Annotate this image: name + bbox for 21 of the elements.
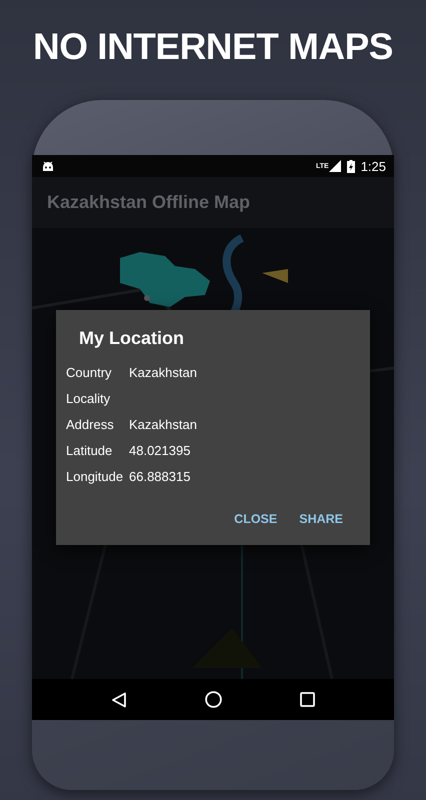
dialog-button[interactable]: CLOSE xyxy=(229,508,282,530)
recents-button[interactable] xyxy=(297,690,317,710)
field-label: Longitude xyxy=(66,468,124,486)
clock: 1:25 xyxy=(360,158,386,174)
field-value: Kazakhstan xyxy=(129,416,198,434)
dialog-title: My Location xyxy=(79,328,186,350)
field-label: Locality xyxy=(66,390,112,408)
field-value: 48.021395 xyxy=(129,442,192,460)
field-label: Latitude xyxy=(66,442,114,460)
signal-icon xyxy=(328,160,341,172)
headline: NO INTERNET MAPS xyxy=(33,25,393,69)
app-title: Kazakhstan Offline Map xyxy=(47,192,250,213)
field-value: 66.888315 xyxy=(129,468,192,486)
android-icon xyxy=(42,160,54,172)
field-label: Country xyxy=(66,364,113,382)
home-button[interactable] xyxy=(203,690,223,710)
field-label: Address xyxy=(66,416,115,434)
field-value: Kazakhstan xyxy=(129,364,198,382)
dialog-button[interactable]: SHARE xyxy=(294,508,348,530)
battery-icon xyxy=(346,160,355,172)
back-button[interactable] xyxy=(109,690,129,710)
